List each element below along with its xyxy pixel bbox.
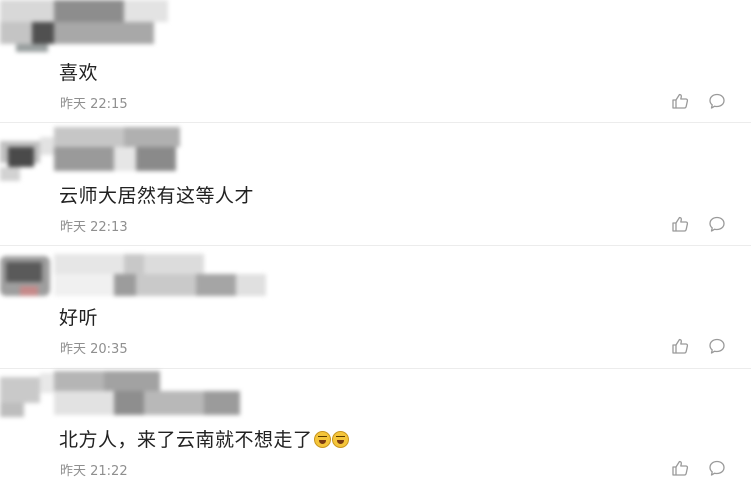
comment-bubble-icon[interactable] <box>708 92 726 110</box>
comment-item: 云师大居然有这等人才 昨天 22:13 <box>0 123 751 246</box>
thumbs-up-icon[interactable] <box>671 337 689 355</box>
blurred-user-info <box>0 371 250 425</box>
comment-item: 好听 昨天 20:35 <box>0 246 751 369</box>
comment-bubble-icon[interactable] <box>708 337 726 355</box>
comment-item: 北方人，来了云南就不想走了 昨天 21:22 <box>0 369 751 492</box>
thumbs-up-icon[interactable] <box>671 459 689 477</box>
comment-timestamp: 昨天 22:15 <box>60 97 128 112</box>
comment-text: 好听 <box>59 307 99 329</box>
comment-text: 北方人，来了云南就不想走了 <box>59 425 349 452</box>
comment-timestamp: 昨天 21:22 <box>60 464 128 479</box>
blurred-user-info <box>0 250 290 304</box>
comment-timestamp: 昨天 20:35 <box>60 342 128 357</box>
thumbs-up-icon[interactable] <box>671 92 689 110</box>
comment-item: 喜欢 昨天 22:15 <box>0 0 751 123</box>
comment-bubble-icon[interactable] <box>708 215 726 233</box>
laugh-cry-emoji <box>331 431 349 448</box>
comment-timestamp: 昨天 22:13 <box>60 220 128 235</box>
comment-text: 云师大居然有这等人才 <box>59 185 255 207</box>
thumbs-up-icon[interactable] <box>671 215 689 233</box>
laugh-cry-emoji <box>313 431 331 448</box>
blurred-user-info <box>0 127 200 181</box>
blurred-user-info <box>0 0 170 54</box>
comment-bubble-icon[interactable] <box>708 459 726 477</box>
comment-text: 喜欢 <box>59 62 99 84</box>
comment-text-content: 北方人，来了云南就不想走了 <box>59 429 313 451</box>
